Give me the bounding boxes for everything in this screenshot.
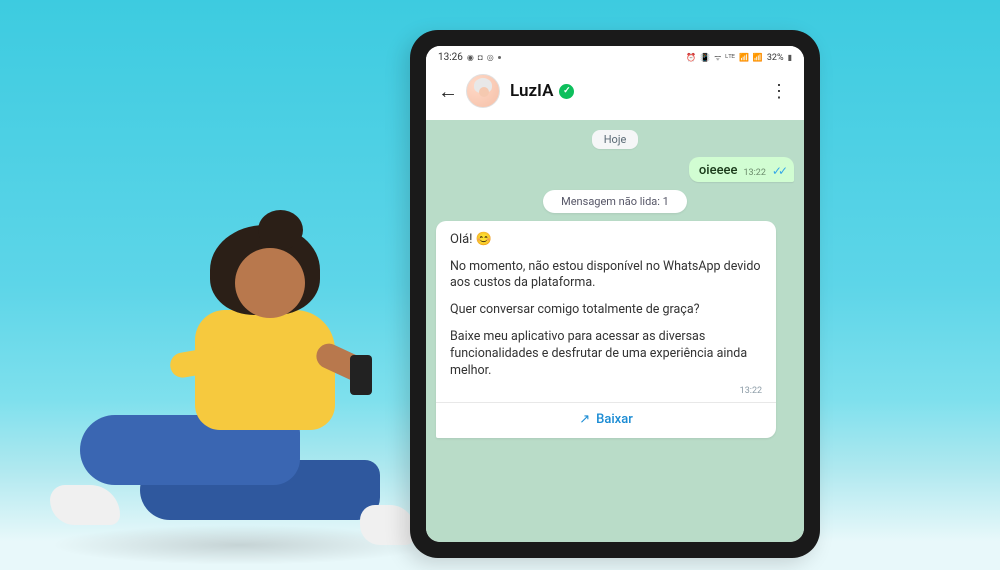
chat-header: ← LuzIA ⋮ (426, 66, 804, 120)
avatar[interactable] (466, 74, 500, 108)
chat-body: Hoje oieeee 13:22 ✓✓ Mensagem não lida: … (426, 120, 804, 542)
signal-icon: 📶 (739, 53, 749, 62)
outgoing-message-time: 13:22 (743, 168, 765, 178)
status-time: 13:26 (438, 52, 463, 63)
incoming-line: Baixe meu aplicativo para acessar as div… (450, 329, 762, 380)
alarm-icon: ⏰ (686, 53, 696, 62)
date-separator: Hoje (592, 130, 639, 149)
kebab-menu-icon[interactable]: ⋮ (766, 81, 792, 102)
download-button[interactable]: ↗ Baixar (436, 402, 776, 434)
vibrate-icon: 📳 (700, 53, 710, 62)
tablet-frame: 13:26 ◉ ◘ ◎ ⏰ 📳 ᯤ ᴸᵀᴱ 📶 📶 32% ▮ ← LuzIA (410, 30, 820, 558)
contact-name[interactable]: LuzIA (510, 81, 553, 101)
incoming-message-time: 13:22 (450, 386, 762, 396)
outgoing-message-text: oieeee (699, 163, 738, 178)
incoming-line: No momento, não estou disponível no What… (450, 259, 762, 293)
incoming-line: Olá! 😊 (450, 231, 762, 249)
battery-text: 32% (767, 53, 784, 63)
unread-separator: Mensagem não lida: 1 (543, 190, 687, 213)
read-receipt-icon: ✓✓ (772, 164, 784, 178)
wifi-icon: ᯤ (714, 52, 721, 63)
person-illustration (60, 230, 430, 560)
download-label: Baixar (596, 412, 633, 427)
messenger-icon: ◘ (478, 53, 483, 62)
back-arrow-icon[interactable]: ← (438, 79, 458, 104)
external-link-icon: ↗ (579, 412, 590, 427)
verified-badge-icon (559, 84, 574, 99)
more-notifications-dot (498, 56, 501, 59)
instagram-icon: ◎ (487, 53, 494, 62)
lte-icon: ᴸᵀᴱ (725, 53, 735, 62)
tablet-screen: 13:26 ◉ ◘ ◎ ⏰ 📳 ᯤ ᴸᵀᴱ 📶 📶 32% ▮ ← LuzIA (426, 46, 804, 542)
android-status-bar: 13:26 ◉ ◘ ◎ ⏰ 📳 ᯤ ᴸᵀᴱ 📶 📶 32% ▮ (426, 46, 804, 66)
incoming-message[interactable]: Olá! 😊 No momento, não estou disponível … (436, 221, 776, 438)
phone-in-hand (350, 355, 372, 395)
incoming-line: Quer conversar comigo totalmente de graç… (450, 302, 762, 319)
signal-icon: 📶 (753, 53, 763, 62)
battery-icon: ▮ (788, 53, 792, 62)
outgoing-message[interactable]: oieeee 13:22 ✓✓ (689, 157, 794, 182)
whatsapp-icon: ◉ (467, 53, 474, 62)
